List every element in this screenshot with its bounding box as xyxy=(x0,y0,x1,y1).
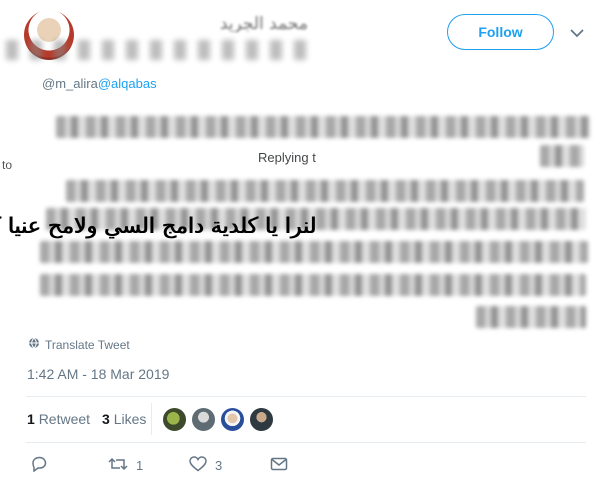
retweet-stat[interactable]: 1 Retweet xyxy=(27,411,90,427)
blurred-name-line xyxy=(6,40,306,60)
retweet-icon xyxy=(108,456,128,475)
divider xyxy=(26,442,586,443)
globe-icon xyxy=(28,337,40,352)
tweet-stats: 1 Retweet 3 Likes xyxy=(27,411,146,427)
pixelated-text-line xyxy=(66,180,584,202)
pixelated-text-line xyxy=(40,274,586,296)
divider xyxy=(26,396,586,397)
liker-avatar[interactable] xyxy=(220,407,245,432)
heart-icon xyxy=(189,456,207,475)
liker-avatar[interactable] xyxy=(162,407,187,432)
retweet-button[interactable]: 1 xyxy=(108,456,143,475)
like-button[interactable]: 3 xyxy=(189,456,222,475)
reply-button[interactable] xyxy=(30,456,48,475)
translate-label: Translate Tweet xyxy=(45,337,130,352)
retweet-count: 1 xyxy=(136,458,144,473)
replying-to-label: to xyxy=(2,158,13,172)
likes-stat[interactable]: 3 Likes xyxy=(102,411,146,427)
stats-separator xyxy=(151,403,152,435)
tweet-timestamp[interactable]: 1:42 AM - 18 Mar 2019 xyxy=(27,366,169,382)
liker-avatar[interactable] xyxy=(191,407,216,432)
chevron-down-icon[interactable] xyxy=(568,24,586,42)
liker-avatar[interactable] xyxy=(249,407,274,432)
replying-label: Replying t xyxy=(258,150,316,165)
handle-fragment: @m_alira xyxy=(42,76,98,91)
display-name[interactable]: محمد الجريد xyxy=(88,14,308,32)
pixelated-text-line xyxy=(476,306,586,328)
like-count: 3 xyxy=(215,458,223,473)
translate-tweet-link[interactable]: Translate Tweet xyxy=(28,337,130,352)
envelope-icon xyxy=(270,456,288,475)
mention-link[interactable]: @alqabas xyxy=(98,76,157,91)
pixelated-text-line xyxy=(540,145,584,167)
direct-message-button[interactable] xyxy=(270,456,288,475)
pixelated-text-line xyxy=(56,116,590,138)
reply-icon xyxy=(30,456,48,475)
follow-button[interactable]: Follow xyxy=(447,14,554,50)
user-handle[interactable]: @m_alira@alqabas xyxy=(42,76,157,91)
overlay-arabic-text: لنرا يا كلدية دامج السي ولامح عنيا كالا xyxy=(0,214,316,239)
